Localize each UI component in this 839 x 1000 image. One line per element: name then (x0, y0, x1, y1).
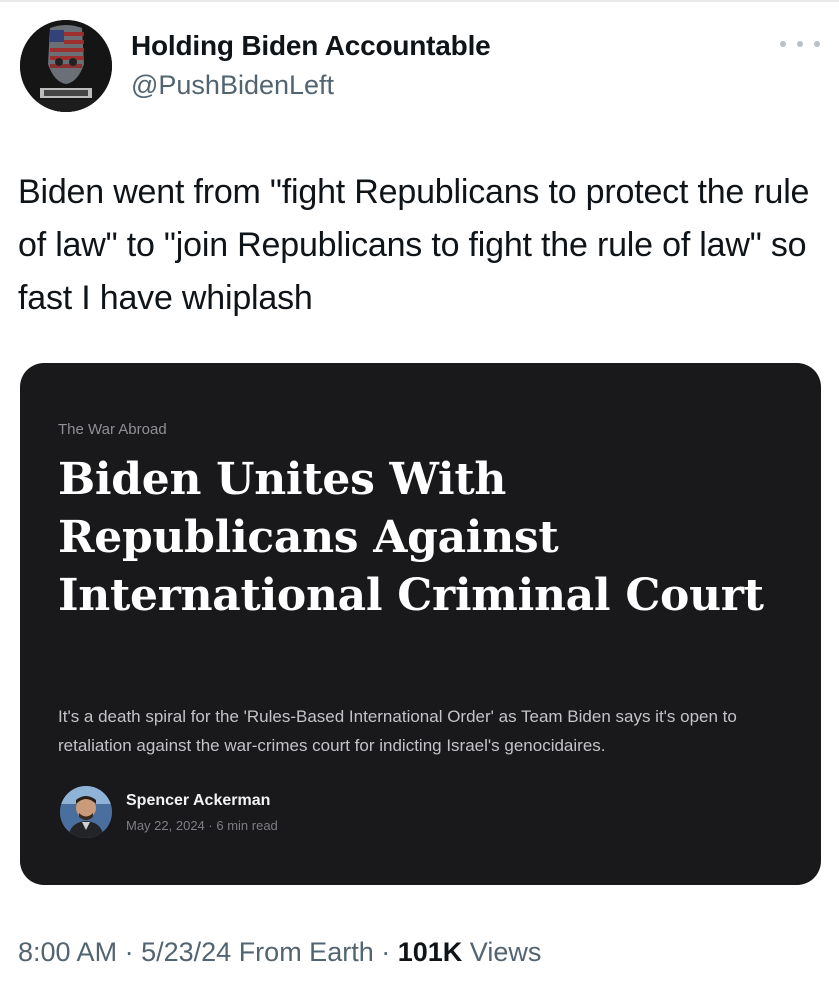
more-dot-icon (797, 41, 803, 47)
author-handle[interactable]: @PushBidenLeft (131, 70, 334, 101)
author-display-name[interactable]: Holding Biden Accountable (131, 30, 491, 62)
tweet-date[interactable]: 5/23/24 (141, 937, 231, 967)
tweet-time[interactable]: 8:00 AM (18, 937, 117, 967)
views-label: Views (469, 937, 542, 967)
more-dot-icon (780, 41, 786, 47)
views-count[interactable]: 101K (398, 937, 463, 967)
tweet-source: From Earth (238, 937, 374, 967)
article-subtitle: It's a death spiral for the 'Rules-Based… (58, 707, 737, 755)
article-meta: May 22, 2024 · 6 min read (126, 818, 278, 833)
more-options-button[interactable] (780, 32, 820, 56)
article-author-avatar (60, 786, 112, 838)
article-headline[interactable]: Biden Unites With Republicans Against In… (58, 451, 798, 625)
meta-separator: · (124, 937, 142, 967)
more-dot-icon (814, 41, 820, 47)
article-section: The War Abroad (58, 421, 167, 438)
tweet-text: Biden went from "fight Republicans to pr… (18, 173, 810, 317)
flag-avatar-icon (20, 20, 112, 112)
top-divider (0, 0, 839, 2)
profile-avatar[interactable] (20, 20, 112, 112)
article-author-name[interactable]: Spencer Ackerman (126, 792, 270, 810)
person-avatar-icon (60, 786, 112, 838)
article-card[interactable]: The War Abroad Biden Unites With Republi… (20, 363, 821, 885)
tweet-meta: 8:00 AM · 5/23/24 From Earth · 101K View… (18, 937, 541, 968)
article-date: May 22, 2024 (126, 818, 205, 833)
meta-separator: · (381, 937, 398, 967)
article-read-time: 6 min read (216, 818, 278, 833)
